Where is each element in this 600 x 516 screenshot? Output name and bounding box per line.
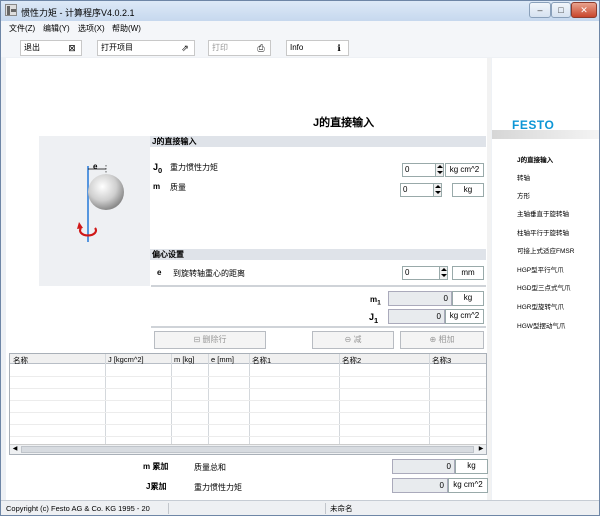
nav-divider bbox=[492, 130, 599, 139]
menu-edit[interactable]: 编辑(Y) bbox=[43, 23, 70, 34]
nav-item-hgp[interactable]: HGP型平行气爪 bbox=[517, 264, 564, 274]
m1-symbol: m1 bbox=[370, 295, 381, 307]
open-folder-icon: ⇗ bbox=[181, 43, 189, 53]
diagram-e-label: e bbox=[93, 162, 98, 171]
direct-input-header: J的直接输入 bbox=[150, 136, 486, 147]
m-sum-value: 0 bbox=[392, 459, 455, 474]
print-label: 打印 bbox=[212, 43, 228, 52]
open-project-button[interactable]: 打开项目 ⇗ bbox=[97, 40, 195, 56]
e-input[interactable]: 0 bbox=[402, 266, 448, 280]
j0-unit: kg cm^2 bbox=[445, 163, 484, 177]
nav-item-hgd[interactable]: HGD型三点式气爪 bbox=[517, 282, 570, 292]
m-sum-symbol: m 累加 bbox=[143, 462, 169, 471]
nav-item-direct-input[interactable]: J的直接输入 bbox=[517, 154, 553, 164]
col-m[interactable]: m [kg] bbox=[174, 355, 194, 364]
m-label: 质量 bbox=[170, 183, 186, 192]
nav-item-shaft[interactable]: 转轴 bbox=[517, 172, 530, 182]
spin-arrows-icon[interactable] bbox=[435, 164, 443, 176]
info-icon: ℹ bbox=[337, 43, 341, 53]
nav-item-fmsr[interactable]: 可接上式适应FMSR bbox=[517, 245, 574, 255]
print-button[interactable]: 打印 ⎙ bbox=[208, 40, 271, 56]
j0-label: 重力惯性力矩 bbox=[170, 163, 218, 172]
j0-symbol: J0 bbox=[153, 162, 163, 175]
rotation-diagram bbox=[77, 165, 124, 242]
j1-value: 0 bbox=[388, 309, 445, 324]
separator bbox=[151, 326, 486, 328]
mass-ball-icon bbox=[88, 174, 124, 210]
table-hscrollbar[interactable]: ◀ ▶ bbox=[10, 444, 486, 454]
col-name[interactable]: 名称 bbox=[13, 355, 28, 366]
close-box-icon: ⊠ bbox=[68, 43, 76, 53]
spin-arrows-icon[interactable] bbox=[433, 184, 441, 196]
m1-unit: kg bbox=[452, 291, 484, 306]
e-label: 到旋转轴重心的距离 bbox=[173, 269, 245, 278]
subtract-button[interactable]: ⊖ 减 bbox=[312, 331, 394, 349]
scroll-thumb[interactable] bbox=[21, 446, 474, 453]
j-sum-symbol: J累加 bbox=[146, 482, 167, 491]
main-scrollbar[interactable] bbox=[487, 58, 491, 503]
info-button[interactable]: Info ℹ bbox=[286, 40, 349, 56]
j1-symbol: J1 bbox=[369, 312, 379, 325]
j-sum-label: 重力惯性力矩 bbox=[194, 483, 242, 492]
title-bar: 惯性力矩 - 计算程序V4.0.2.1 – □ ✕ bbox=[1, 1, 599, 21]
e-unit: mm bbox=[452, 266, 484, 280]
m-symbol: m bbox=[153, 182, 161, 191]
m-sum-label: 质量总和 bbox=[194, 463, 226, 472]
info-label: Info bbox=[290, 43, 304, 52]
page-title: J的直接输入 bbox=[313, 117, 375, 129]
nav-item-hgr[interactable]: HGR型旋转气爪 bbox=[517, 301, 564, 311]
menu-bar: 文件(Z) 编辑(Y) 选项(X) 帮助(W) bbox=[1, 21, 599, 35]
app-window: 惯性力矩 - 计算程序V4.0.2.1 – □ ✕ 文件(Z) 编辑(Y) 选项… bbox=[0, 0, 600, 516]
components-table[interactable]: 名称 J [kgcm^2] m [kg] e [mm] 名称1 名称2 名称3 … bbox=[9, 353, 487, 455]
delete-row-button[interactable]: ⊟ 删除行 bbox=[154, 331, 266, 349]
exit-button[interactable]: 退出 ⊠ bbox=[20, 40, 82, 56]
col-e[interactable]: e [mm] bbox=[211, 355, 234, 364]
scroll-right-icon[interactable]: ▶ bbox=[476, 445, 486, 454]
add-button[interactable]: ⊕ 相加 bbox=[400, 331, 484, 349]
table-header: 名称 J [kgcm^2] m [kg] e [mm] 名称1 名称2 名称3 bbox=[10, 354, 486, 366]
exit-label: 退出 bbox=[24, 43, 40, 52]
close-button[interactable]: ✕ bbox=[571, 2, 597, 18]
m-input[interactable]: 0 bbox=[400, 183, 442, 197]
nav-item-hgw[interactable]: HGW型摆动气爪 bbox=[517, 320, 565, 330]
nav-item-axis-parallel[interactable]: 柱轴平行于旋转轴 bbox=[517, 227, 569, 237]
e-symbol: e bbox=[157, 268, 162, 277]
app-icon bbox=[5, 4, 17, 16]
m-sum-unit: kg bbox=[455, 459, 488, 474]
maximize-button[interactable]: □ bbox=[551, 2, 571, 18]
scroll-left-icon[interactable]: ◀ bbox=[10, 445, 20, 454]
col-name1[interactable]: 名称1 bbox=[252, 355, 271, 366]
col-j[interactable]: J [kgcm^2] bbox=[108, 355, 144, 364]
filename-text: 未命名 bbox=[330, 504, 353, 513]
minimize-button[interactable]: – bbox=[529, 2, 551, 18]
menu-file[interactable]: 文件(Z) bbox=[9, 23, 35, 34]
menu-help[interactable]: 帮助(W) bbox=[112, 23, 141, 34]
diagram-panel bbox=[39, 136, 150, 286]
m1-value: 0 bbox=[388, 291, 452, 306]
status-empty bbox=[170, 503, 326, 514]
m-unit: kg bbox=[452, 183, 484, 197]
printer-icon: ⎙ bbox=[257, 43, 265, 53]
j1-unit: kg cm^2 bbox=[445, 309, 484, 324]
j-sum-unit: kg cm^2 bbox=[448, 478, 488, 493]
col-name3[interactable]: 名称3 bbox=[432, 355, 451, 366]
nav-item-axis-perpendicular[interactable]: 主轴垂直于旋转轴 bbox=[517, 208, 569, 218]
menu-options[interactable]: 选项(X) bbox=[78, 23, 105, 34]
eccentric-header: 偏心设置 bbox=[150, 249, 486, 260]
nav-item-square[interactable]: 方形 bbox=[517, 190, 530, 200]
j0-input[interactable]: 0 bbox=[402, 163, 444, 177]
window-title: 惯性力矩 - 计算程序V4.0.2.1 bbox=[21, 8, 135, 18]
nav-panel: FESTO J的直接输入 转轴 方形 主轴垂直于旋转轴 柱轴平行于旋转轴 可接上… bbox=[492, 58, 599, 503]
copyright-text: Copyright (c) Festo AG & Co. KG 1995 - 2… bbox=[3, 503, 169, 514]
separator bbox=[151, 285, 486, 287]
j-sum-value: 0 bbox=[392, 478, 448, 493]
status-bar: Copyright (c) Festo AG & Co. KG 1995 - 2… bbox=[1, 500, 599, 515]
spin-arrows-icon[interactable] bbox=[439, 267, 447, 279]
open-project-label: 打开项目 bbox=[101, 43, 133, 52]
col-name2[interactable]: 名称2 bbox=[342, 355, 361, 366]
